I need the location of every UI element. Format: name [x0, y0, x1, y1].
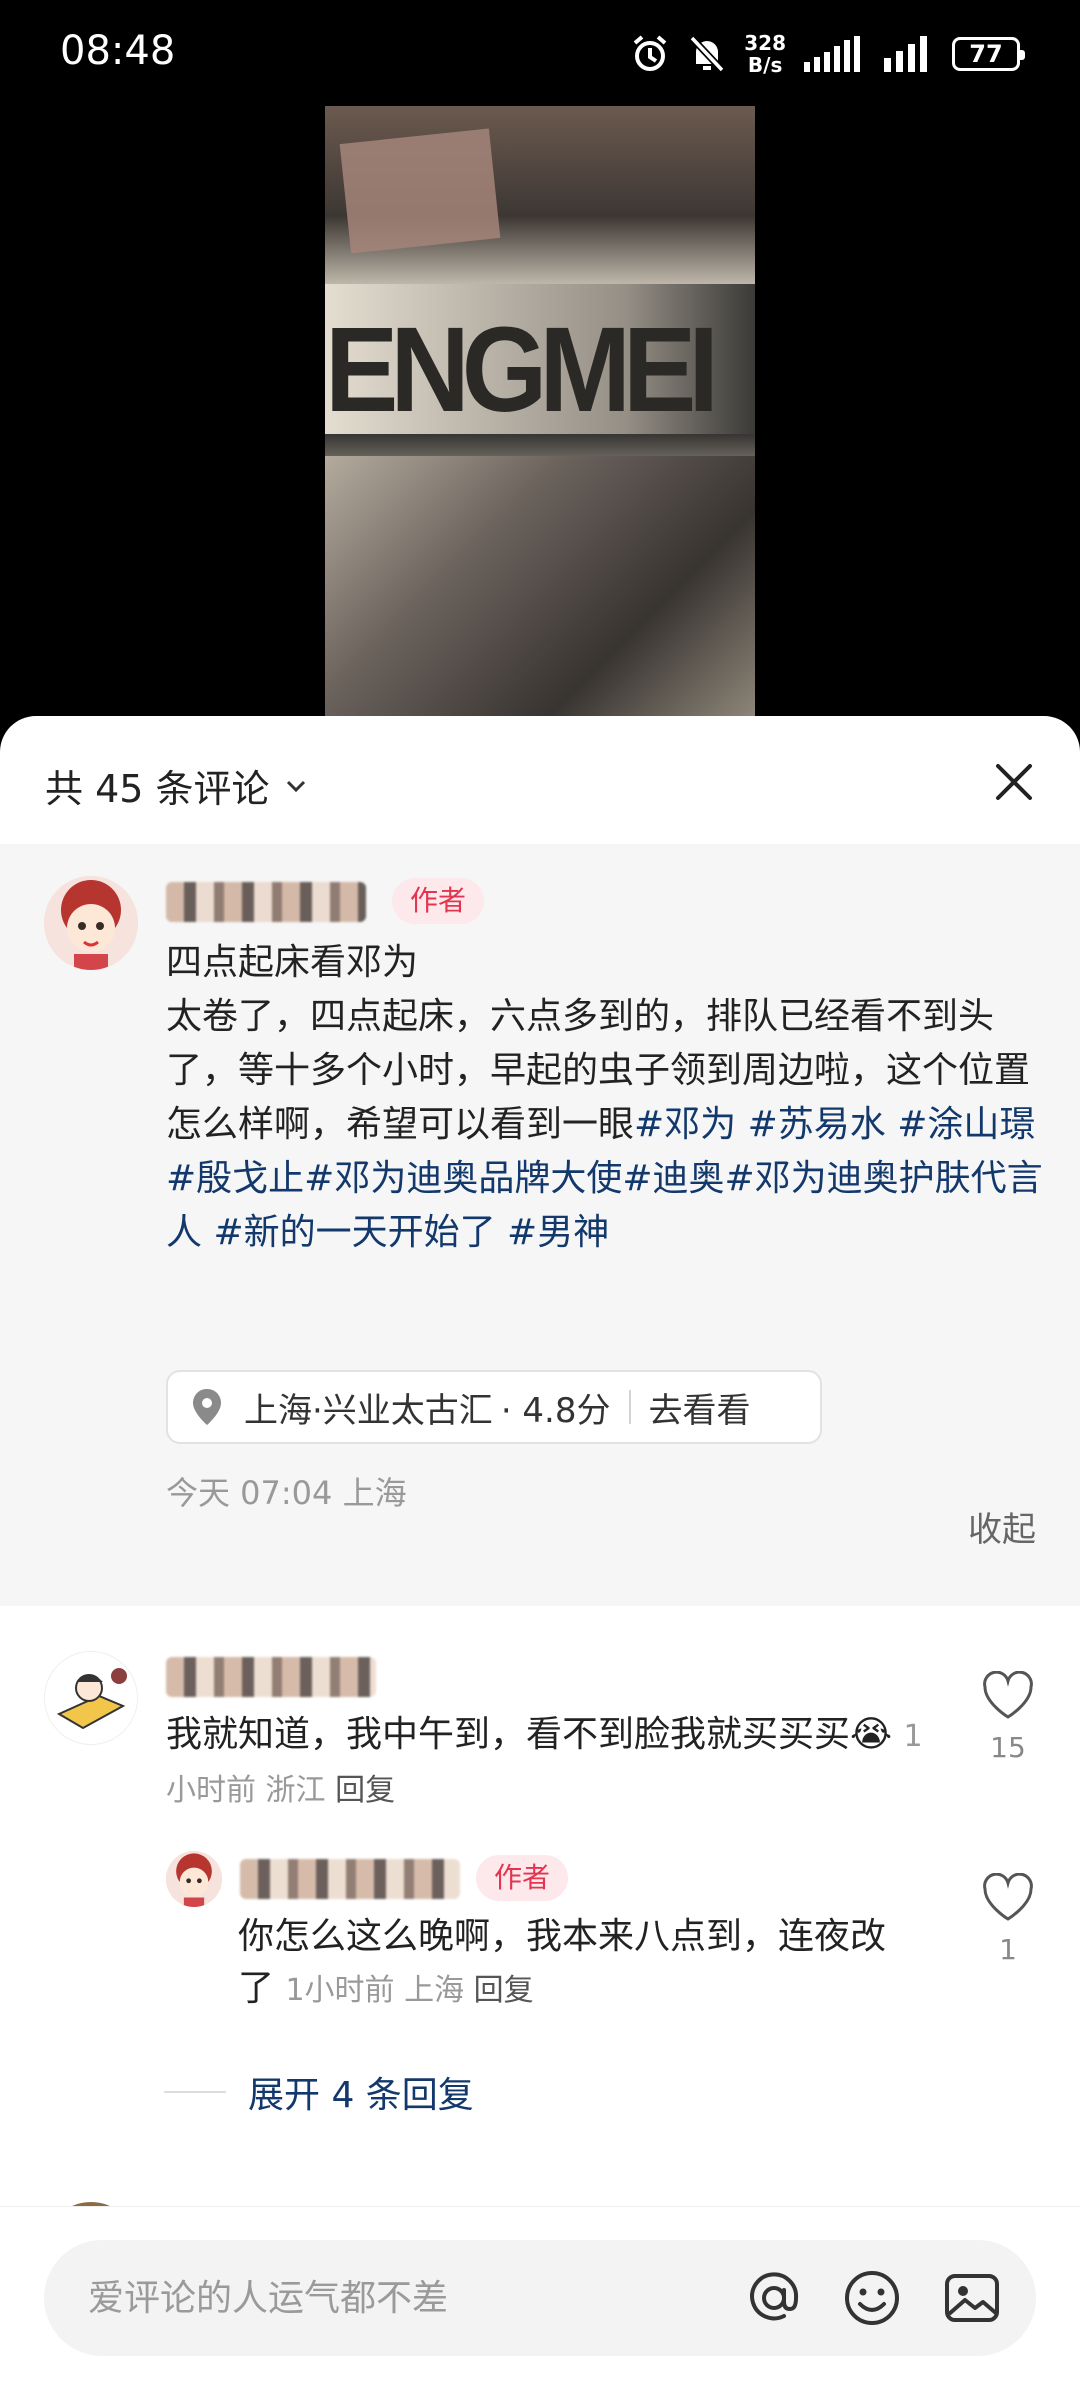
reply-like-count: 1: [999, 1933, 1017, 1966]
commenter-avatar[interactable]: [44, 1651, 138, 1745]
comment-input-bar: [0, 2206, 1080, 2387]
commenter-name-blurred: [166, 1657, 376, 1697]
reply-body: 你怎么这么晚啊，我本来八点到，连夜改了 1小时前 上海 回复: [238, 1911, 918, 2017]
video-frame-poster: [339, 128, 501, 254]
expand-replies-label: 展开 4 条回复: [248, 2075, 474, 2116]
image-icon[interactable]: [942, 2268, 1002, 2328]
alarm-icon: [633, 35, 667, 71]
status-icons: 328 B/s 77: [630, 26, 1025, 82]
reply-author-tag: 作者: [476, 1855, 569, 1901]
like-count: 15: [990, 1731, 1026, 1764]
reply-region: 上海: [404, 1973, 465, 2008]
comment-body: 我就知道，我中午到，看不到脸我就买买买😭 1小时前 浙江 回复: [166, 1709, 926, 1817]
comment-input[interactable]: [88, 2240, 748, 2356]
expand-divider: [164, 2091, 226, 2093]
net-speed-unit: B/s: [747, 53, 783, 77]
comment-sheet: 共 45 条评论 作者 四点起床看邓为 太卷了，四点起床，六点多到的，排队已经看…: [0, 716, 1080, 2387]
author-name-blurred: [166, 882, 366, 922]
heart-icon: [983, 1872, 1033, 1921]
post-text: 四点起床看邓为 太卷了，四点起床，六点多到的，排队已经看不到头了，等十多个小时，…: [166, 936, 1046, 1260]
like-button[interactable]: 15: [976, 1670, 1040, 1764]
battery-icon: 77: [952, 37, 1025, 71]
post-meta: 今天 07:04 上海: [166, 1474, 407, 1512]
comment-region: 浙江: [265, 1773, 326, 1808]
reply-author-avatar[interactable]: [166, 1851, 222, 1907]
location-rating: · 4.8分: [500, 1390, 611, 1431]
comment-text: 我就知道，我中午到，看不到脸我就买买买: [166, 1714, 851, 1755]
sheet-header: 共 45 条评论: [0, 716, 1080, 841]
video-frame-lettering: ENGMEI: [325, 301, 719, 438]
at-icon[interactable]: [744, 2268, 804, 2328]
location-divider: [628, 1390, 631, 1424]
comment-item: 我就知道，我中午到，看不到脸我就买买买😭 1小时前 浙江 回复 15 作者 你怎…: [0, 1651, 1080, 2171]
video-preview[interactable]: ENGMEI: [325, 106, 755, 718]
reply-like-button[interactable]: 1: [976, 1872, 1040, 1966]
network-speed: 328 B/s: [744, 32, 786, 76]
emoji-icon[interactable]: [842, 2268, 902, 2328]
reply-button[interactable]: 回复: [335, 1773, 395, 1808]
crying-emoji: 😭: [850, 1714, 893, 1755]
clock: 08:48: [60, 28, 176, 74]
reply-author-name-blurred: [240, 1859, 460, 1899]
reply-time: 1小时前: [285, 1973, 395, 2008]
video-frame-lower: [325, 456, 755, 718]
author-tag: 作者: [392, 878, 485, 924]
chevron-down-icon: [286, 780, 305, 792]
heart-icon: [983, 1670, 1033, 1719]
location-pill[interactable]: 上海·兴业太古汇 · 4.8分 去看看: [166, 1370, 822, 1444]
comment-count-dropdown[interactable]: 共 45 条评论: [45, 758, 310, 813]
battery-level: 77: [969, 40, 1003, 68]
expand-replies[interactable]: 展开 4 条回复: [164, 2066, 474, 2118]
net-speed-value: 328: [744, 31, 786, 55]
collapse-button[interactable]: 收起: [968, 1502, 1036, 1551]
comment-input-box: [44, 2240, 1036, 2356]
location-go-button[interactable]: 去看看: [649, 1383, 751, 1432]
author-avatar[interactable]: [44, 876, 138, 970]
location-name: 上海·兴业太古汇: [244, 1390, 493, 1431]
status-bar: 08:48 328 B/s 77: [0, 0, 1080, 105]
signal-icon: [804, 36, 860, 72]
mute-bell-icon: [689, 35, 725, 73]
close-icon[interactable]: [986, 754, 1042, 810]
reply-reply-button[interactable]: 回复: [474, 1973, 534, 2008]
expanded-post: 作者 四点起床看邓为 太卷了，四点起床，六点多到的，排队已经看不到头了，等十多个…: [0, 844, 1080, 1606]
signal-icon: [884, 36, 927, 72]
comment-count-label: 共 45 条评论: [45, 767, 270, 811]
reply-meta: 1小时前 上海 回复: [285, 1973, 533, 2008]
location-pin-icon: [193, 1389, 221, 1425]
post-title: 四点起床看邓为: [166, 942, 419, 983]
